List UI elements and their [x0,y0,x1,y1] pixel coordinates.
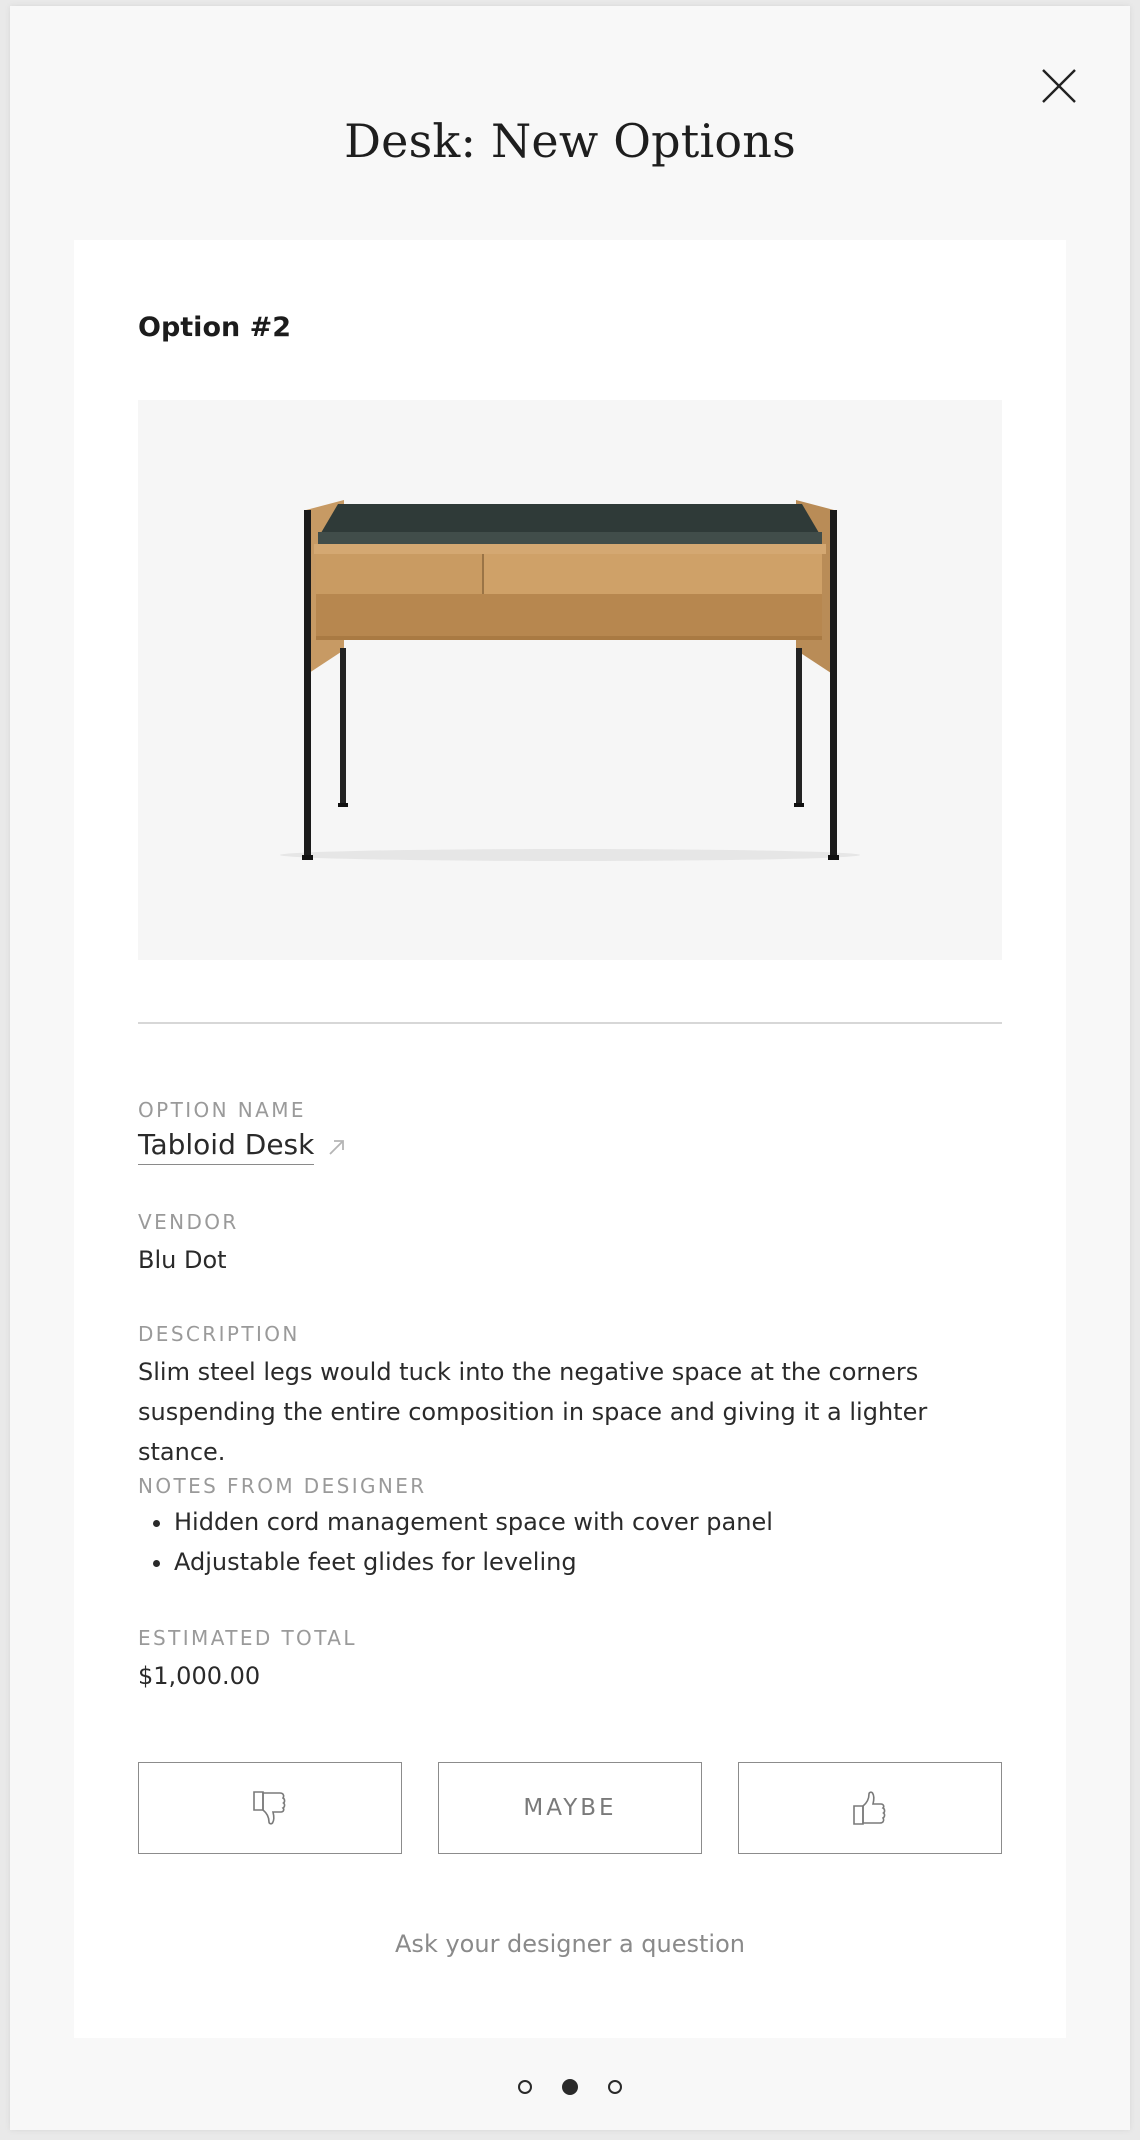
external-link-icon[interactable] [326,1136,348,1158]
divider [138,1022,1002,1024]
like-button[interactable] [738,1762,1002,1854]
vendor-label: VENDOR [138,1210,239,1234]
vendor-value: Blu Dot [138,1246,227,1274]
notes-label: NOTES FROM DESIGNER [138,1474,427,1498]
total-value: $1,000.00 [138,1662,261,1690]
option-name-value[interactable]: Tabloid Desk [138,1128,315,1165]
note-item: Hidden cord management space with cover … [174,1502,773,1542]
close-icon [1042,69,1076,103]
option-label: Option #2 [138,312,292,343]
thumbs-down-icon [253,1791,286,1825]
page-dot-2[interactable] [562,2079,578,2095]
note-item: Adjustable feet glides for leveling [174,1542,773,1582]
close-button[interactable] [1037,64,1081,108]
modal-title: Desk: New Options [344,114,796,168]
total-label: ESTIMATED TOTAL [138,1626,357,1650]
page-dot-1[interactable] [518,2080,532,2094]
thumbs-up-icon [853,1791,886,1825]
designer-notes-list: Hidden cord management space with cover … [138,1502,773,1582]
option-card: Option #2 OPTION NAME Tabloid Desk VENDO… [74,240,1066,2038]
dislike-button[interactable] [138,1762,402,1854]
product-image [138,400,1002,960]
pagination-dots [10,2079,1130,2095]
description-value: Slim steel legs would tuck into the nega… [138,1358,928,1466]
maybe-button[interactable]: MAYBE [438,1762,702,1854]
desk-illustration [280,500,860,861]
option-name-link[interactable]: Tabloid Desk [138,1128,348,1165]
page-dot-3[interactable] [608,2080,622,2094]
options-modal: Desk: New Options Option #2 OPTION NAME … [10,6,1130,2130]
option-name-label: OPTION NAME [138,1098,306,1122]
ask-designer-link[interactable]: Ask your designer a question [74,1930,1066,1958]
description-label: DESCRIPTION [138,1322,300,1346]
